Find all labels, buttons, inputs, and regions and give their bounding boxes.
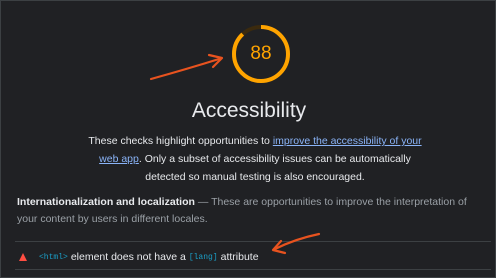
divider bbox=[15, 241, 491, 242]
audit-text-middle: element does not have a bbox=[70, 251, 186, 263]
annotation-arrow-icon bbox=[271, 232, 321, 255]
audit-text-end: attribute bbox=[220, 251, 259, 263]
description-text-pre: These checks highlight opportunities to bbox=[88, 135, 273, 147]
category-title: Accessibility bbox=[191, 99, 307, 122]
divider bbox=[15, 269, 491, 270]
description-text-post: . Only a subset of accessibility issues … bbox=[138, 153, 411, 183]
score-value: 88 bbox=[250, 43, 272, 64]
audit-group-title: Internationalization and localization bbox=[17, 196, 195, 208]
fail-triangle-icon bbox=[19, 253, 27, 261]
lighthouse-report-panel: 88 Accessibility These checks highlight … bbox=[0, 0, 496, 278]
audit-group-separator: — bbox=[194, 196, 212, 208]
annotation-arrow-icon bbox=[149, 53, 224, 81]
audit-item-html-has-lang[interactable]: <html> element does not have a [lang] at… bbox=[17, 248, 487, 266]
category-description: These checks highlight opportunities to … bbox=[79, 132, 431, 186]
audit-code-element: <html> bbox=[39, 252, 68, 262]
audit-code-attribute: [lang] bbox=[188, 252, 218, 262]
audit-group-header: Internationalization and localization — … bbox=[17, 194, 489, 228]
